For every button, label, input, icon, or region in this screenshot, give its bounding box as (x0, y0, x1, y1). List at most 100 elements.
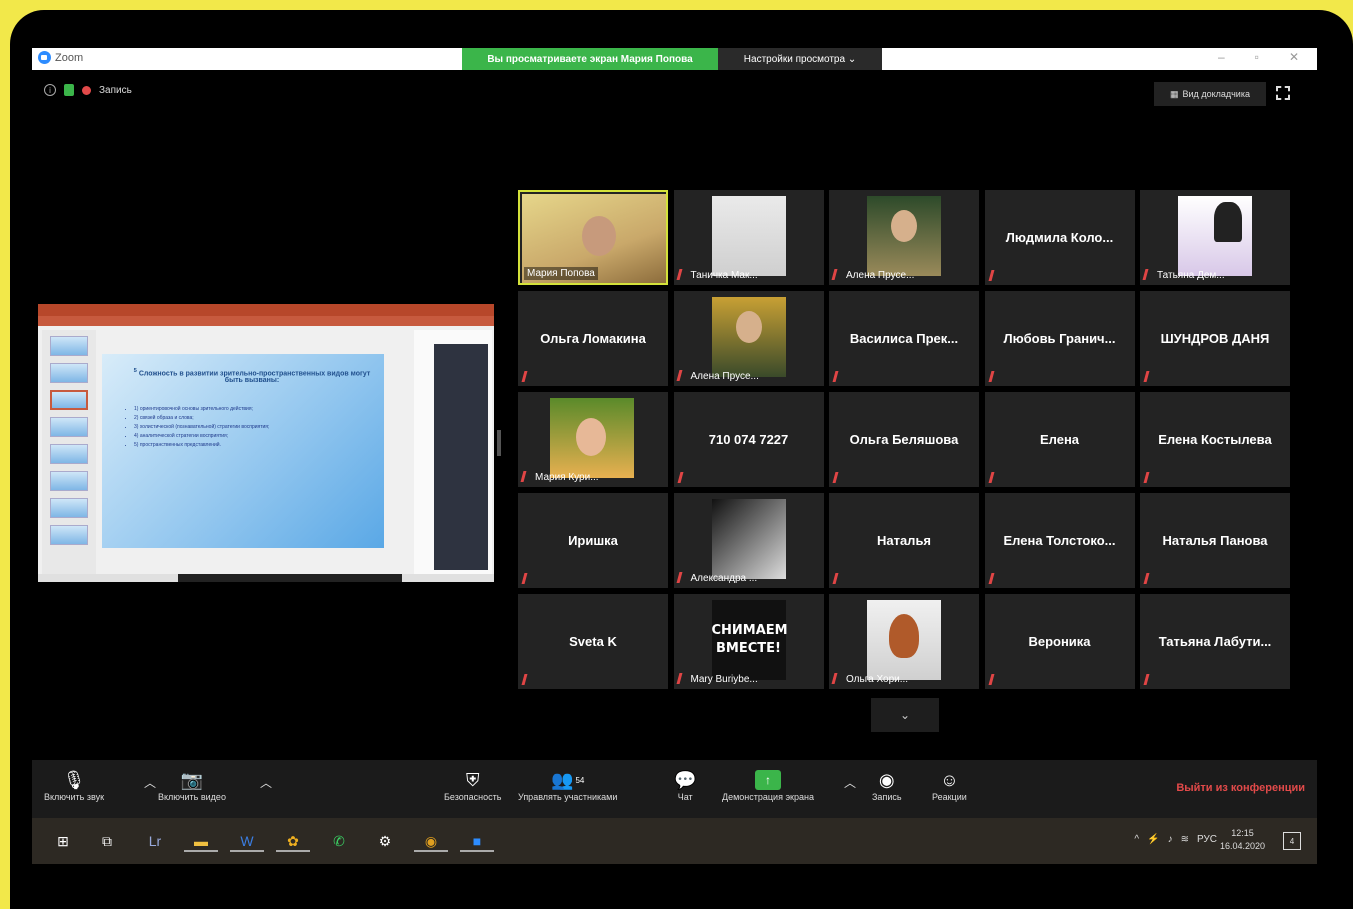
word-icon[interactable]: W (230, 830, 264, 852)
participant-tile[interactable]: Людмила Коло... (984, 190, 1135, 285)
network-icon[interactable]: ⚡ (1147, 834, 1159, 845)
windows-taskbar: ⊞ ⧉ Lr ▬ W ✿ ✆ ⚙ ◉ ■ ^ ⚡ ♪ ≋ РУС 12:15 1… (32, 818, 1317, 864)
view-options-button[interactable]: Настройки просмотра ⌄ (718, 48, 882, 70)
participant-tile[interactable]: Таничка Мак... (673, 190, 824, 285)
slide-thumbnail (50, 363, 88, 383)
share-options-caret-icon[interactable]: ︿ (844, 774, 856, 791)
participant-name: Вероника (1028, 634, 1091, 649)
slide-bullets: 1) ориентировочной основы зрительного де… (128, 406, 269, 451)
muted-mic-icon (1143, 371, 1155, 382)
speaker-view-button[interactable]: ▦ Вид докладчика (1154, 82, 1266, 106)
ppt-side-pane (414, 330, 492, 576)
muted-mic-icon (520, 471, 532, 482)
current-slide: 5 Сложность в развитии зрительно-простра… (102, 354, 384, 548)
reactions-button[interactable]: ☺ Реакции (932, 768, 967, 803)
video-options-caret-icon[interactable]: ︿ (260, 774, 272, 791)
task-view-icon[interactable]: ⧉ (96, 830, 118, 852)
slide-bullet: 1) ориентировочной основы зрительного де… (134, 406, 269, 412)
ppt-statusbar (38, 574, 494, 582)
slide-bullet: 5) пространственных представлений. (134, 442, 269, 448)
participant-name: Иришка (568, 533, 618, 548)
participant-tile[interactable]: Александра ... (673, 493, 824, 588)
participant-name: Елена Толстоко... (1003, 533, 1116, 548)
participant-tile[interactable]: Любовь Гранич... (984, 291, 1135, 386)
splitter-handle[interactable] (497, 430, 501, 456)
participant-tile[interactable]: Мария Кури... (518, 392, 668, 487)
shield-icon: ⛨ (465, 769, 480, 790)
chat-button[interactable]: 💬 Чат (674, 768, 696, 803)
participant-tile[interactable]: Иришка (518, 493, 668, 588)
participant-label: Ольга Хори... (846, 674, 909, 685)
taskbar-clock[interactable]: 12:15 16.04.2020 (1220, 827, 1265, 853)
zoom-taskbar-icon[interactable]: ■ (460, 830, 494, 852)
share-banner: Вы просматриваете экран Мария Попова (462, 48, 718, 70)
participant-name: Людмила Коло... (1005, 230, 1114, 245)
muted-mic-icon (988, 371, 999, 382)
participant-tile[interactable]: Елена Костылева (1140, 392, 1290, 487)
participant-video (711, 297, 786, 377)
muted-mic-icon (988, 674, 999, 685)
participant-tile[interactable]: Василиса Прек... (829, 291, 979, 386)
participant-tile[interactable]: Татьяна Лабути... (1140, 594, 1290, 689)
slide-heading-text: Сложность в развитии зрительно-пространс… (138, 370, 371, 385)
paint-icon[interactable]: ✿ (276, 830, 310, 852)
unmute-button[interactable]: 🎙 Включить звук (44, 768, 104, 803)
encryption-lock-icon[interactable] (64, 84, 74, 96)
participants-button[interactable]: 👥 54 Управлять участниками (518, 768, 617, 803)
muted-mic-icon (677, 472, 688, 483)
participant-tile[interactable]: Елена Толстоко... (984, 493, 1135, 588)
participant-label: Мария Попова (524, 267, 598, 280)
participant-tile[interactable]: СНИМАЕМ ВМЕСТЕ! Mary Buriybe... (673, 594, 824, 689)
participant-tile[interactable]: Sveta K (518, 594, 668, 689)
notifications-icon[interactable]: 4 (1283, 832, 1301, 850)
participant-name: Любовь Гранич... (1003, 331, 1116, 346)
file-explorer-icon[interactable]: ▬ (184, 830, 218, 852)
participant-tile[interactable]: 710 074 7227 (673, 392, 824, 487)
participant-tile[interactable]: Вероника (984, 594, 1135, 689)
muted-mic-icon (676, 269, 687, 280)
audio-options-caret-icon[interactable]: ︿ (144, 774, 156, 791)
next-page-button[interactable]: ⌄ (871, 698, 939, 732)
participant-tile[interactable]: Мария Попова (518, 190, 668, 285)
tray-expand-icon[interactable]: ^ (1134, 834, 1139, 845)
whatsapp-icon[interactable]: ✆ (328, 830, 350, 852)
share-screen-button[interactable]: ↑ Демонстрация экрана (722, 768, 814, 802)
participants-icon: 👥 54 (551, 769, 585, 790)
participant-tile[interactable]: Ольга Беляшова (829, 392, 979, 487)
chrome-icon[interactable]: ◉ (414, 830, 448, 852)
start-video-button[interactable]: 📷 Включить видео (158, 768, 226, 803)
lightroom-icon[interactable]: Lr (144, 830, 166, 852)
participant-tile[interactable]: Ольга Ломакина (518, 291, 668, 386)
reactions-icon: ☺ (940, 769, 959, 790)
minimize-icon[interactable]: – (1218, 50, 1225, 64)
restore-icon[interactable]: ▫ (1255, 50, 1259, 64)
participant-label: Татьяна Дем... (1157, 270, 1225, 281)
close-icon[interactable]: ✕ (1289, 50, 1299, 64)
volume-icon[interactable]: ♪ (1168, 834, 1173, 845)
participant-tile[interactable]: ШУНДРОВ ДАНЯ (1140, 291, 1290, 386)
participant-tile[interactable]: Ольга Хори... (829, 594, 979, 689)
participant-tile[interactable]: Наталья Панова (1140, 493, 1290, 588)
record-button[interactable]: ◉ Запись (872, 768, 902, 803)
participant-tile[interactable]: Елена (984, 392, 1135, 487)
app-title: Zoom (38, 51, 83, 64)
participant-tile[interactable]: Алена Прусе... (829, 190, 979, 285)
language-indicator[interactable]: РУС (1197, 834, 1217, 845)
settings-gear-icon[interactable]: ⚙ (374, 830, 396, 852)
security-button[interactable]: ⛨ Безопасность (444, 768, 501, 803)
participant-tile[interactable]: Наталья (829, 493, 979, 588)
slide-thumbnail (50, 471, 88, 491)
participant-tile[interactable]: Татьяна Дем... (1140, 190, 1290, 285)
muted-mic-icon (676, 673, 687, 684)
windows-start-icon[interactable]: ⊞ (52, 830, 74, 852)
start-video-label: Включить видео (158, 792, 226, 802)
info-icon[interactable]: i (44, 84, 56, 96)
clock-time: 12:15 (1231, 828, 1254, 838)
participant-label: Таничка Мак... (690, 270, 758, 281)
fullscreen-icon[interactable] (1276, 86, 1290, 100)
muted-mic-icon (988, 573, 999, 584)
participant-tile[interactable]: Алена Прусе... (673, 291, 824, 386)
wifi-icon[interactable]: ≋ (1181, 834, 1189, 845)
muted-microphone-icon: 🎙 (62, 769, 86, 790)
leave-meeting-button[interactable]: Выйти из конференции (1176, 782, 1305, 794)
